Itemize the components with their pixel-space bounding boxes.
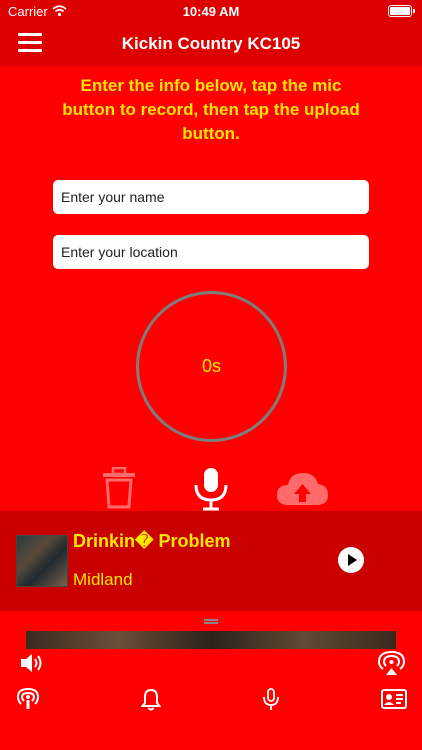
page-title: Kickin Country KC105 (121, 34, 301, 53)
name-field[interactable] (53, 180, 369, 214)
instructions-text: Enter the info below, tap the mic button… (62, 76, 360, 143)
song-title: Drinkin� Problem (73, 531, 231, 551)
bell-icon[interactable] (141, 688, 161, 711)
airplay-icon[interactable] (378, 650, 405, 677)
location-field[interactable] (53, 235, 369, 269)
navigation-bar: Kickin Country KC105 (0, 22, 422, 66)
speaker-icon[interactable] (19, 651, 45, 675)
battery-icon (388, 5, 415, 17)
status-time: 10:49 AM (182, 4, 240, 19)
drag-handle[interactable] (204, 619, 218, 624)
banner-image (26, 631, 396, 649)
play-button[interactable] (338, 547, 364, 573)
contact-card-icon[interactable] (381, 689, 407, 709)
now-playing-panel: Drinkin� Problem Midland (0, 511, 422, 611)
cloud-upload-icon[interactable] (275, 470, 330, 508)
status-bar: Carrier 10:49 AM (0, 0, 422, 22)
trash-icon[interactable] (101, 467, 137, 509)
microphone-icon[interactable] (192, 467, 230, 511)
song-artist: Midland (73, 570, 133, 589)
album-art (16, 535, 68, 587)
microphone-icon[interactable] (262, 688, 280, 711)
recording-timer: 0s (201, 356, 221, 376)
podcast-icon[interactable] (17, 687, 39, 711)
